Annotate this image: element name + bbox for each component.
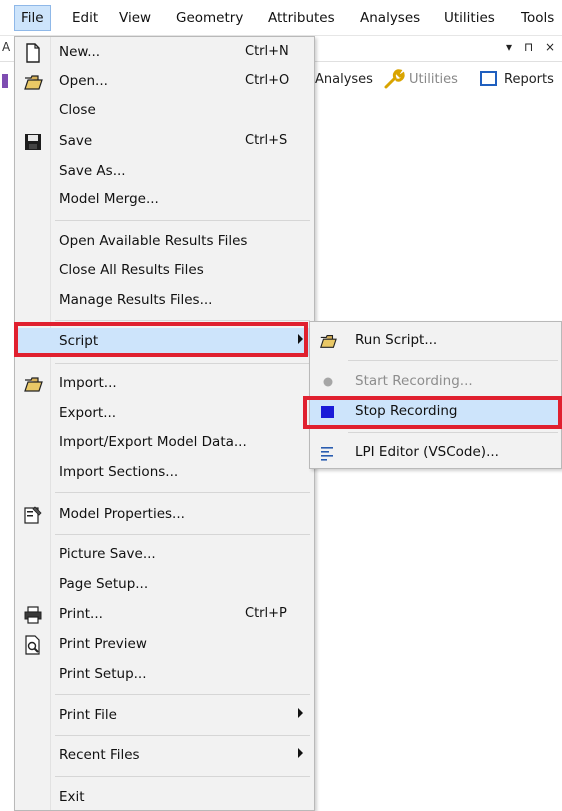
submenu-arrow-icon: [298, 708, 303, 718]
print-preview-icon: [23, 635, 43, 655]
panel-pin-controls[interactable]: ▾ ⊓ ×: [506, 40, 559, 54]
menu-item-new[interactable]: New... Ctrl+N: [15, 39, 314, 67]
menu-item-close[interactable]: Close: [15, 97, 314, 125]
menu-item-save-as[interactable]: Save As...: [15, 158, 314, 186]
menu-separator: [55, 220, 310, 221]
menu-item-page-setup[interactable]: Page Setup...: [15, 571, 314, 599]
menu-item-label: Picture Save...: [59, 546, 156, 562]
panel-title-fragment: A: [2, 40, 11, 54]
menu-item-label: Close: [59, 102, 96, 118]
menu-item-import[interactable]: Import...: [15, 370, 314, 398]
menu-separator: [55, 492, 310, 493]
menu-tools[interactable]: Tools: [515, 6, 560, 30]
wrench-icon[interactable]: [383, 68, 407, 94]
menu-separator: [348, 432, 558, 433]
menubar: File Edit View Geometry Attributes Analy…: [0, 0, 562, 36]
script-submenu: Run Script... Start Recording... Stop Re…: [309, 321, 562, 469]
menu-item-label: Close All Results Files: [59, 262, 204, 278]
menu-item-label: Print Preview: [59, 636, 147, 652]
menu-item-label: Import...: [59, 375, 117, 391]
menu-item-print-file[interactable]: Print File: [15, 702, 314, 730]
menu-item-model-merge[interactable]: Model Merge...: [15, 186, 314, 214]
toolbar-utilities-label[interactable]: Utilities: [409, 72, 458, 87]
menu-utilities[interactable]: Utilities: [438, 6, 501, 30]
background-toolbar-icon: [2, 74, 8, 88]
toolbar-analyses-label[interactable]: Analyses: [315, 72, 373, 87]
menu-item-label: Save: [59, 133, 93, 149]
annotation-highlight-script: [14, 322, 308, 357]
floppy-disk-icon: [23, 132, 43, 152]
record-dot-icon: [319, 373, 337, 391]
menu-item-label: Open...: [59, 73, 108, 89]
menu-geometry[interactable]: Geometry: [170, 6, 249, 30]
submenu-item-lpi-editor[interactable]: LPI Editor (VSCode)...: [310, 438, 562, 468]
menu-separator: [55, 694, 310, 695]
menu-item-label: New...: [59, 44, 101, 60]
menu-item-print[interactable]: Print... Ctrl+P: [15, 601, 314, 629]
submenu-arrow-icon: [298, 748, 303, 758]
menu-item-import-export-model-data[interactable]: Import/Export Model Data...: [15, 429, 314, 457]
menu-item-label: Print File: [59, 707, 117, 723]
toolbar-reports-label[interactable]: Reports: [504, 72, 554, 87]
submenu-item-label: Start Recording...: [355, 373, 473, 389]
open-folder-icon: [319, 332, 337, 350]
submenu-item-run-script[interactable]: Run Script...: [310, 326, 562, 356]
menu-separator: [348, 360, 558, 361]
menu-item-print-preview[interactable]: Print Preview: [15, 631, 314, 659]
menu-item-shortcut: Ctrl+N: [245, 44, 289, 59]
menu-item-recent-files[interactable]: Recent Files: [15, 742, 314, 770]
menu-item-label: Manage Results Files...: [59, 292, 213, 308]
menu-separator: [55, 320, 310, 321]
menu-item-export[interactable]: Export...: [15, 400, 314, 428]
submenu-item-label: LPI Editor (VSCode)...: [355, 444, 499, 460]
menu-item-save[interactable]: Save Ctrl+S: [15, 128, 314, 156]
menu-item-label: Export...: [59, 405, 117, 421]
menu-item-picture-save[interactable]: Picture Save...: [15, 541, 314, 569]
menu-item-shortcut: Ctrl+S: [245, 133, 288, 148]
menu-item-label: Model Merge...: [59, 191, 159, 207]
annotation-highlight-stop-recording: [303, 396, 562, 429]
menu-analyses[interactable]: Analyses: [354, 6, 426, 30]
submenu-item-start-recording[interactable]: Start Recording...: [310, 367, 562, 397]
menu-item-label: Exit: [59, 789, 85, 805]
menu-separator: [55, 363, 310, 364]
menu-item-model-properties[interactable]: Model Properties...: [15, 501, 314, 529]
menu-item-label: Save As...: [59, 163, 126, 179]
menu-item-label: Import Sections...: [59, 464, 179, 480]
menu-file[interactable]: File: [14, 5, 51, 31]
menu-item-exit[interactable]: Exit: [15, 784, 314, 811]
menu-item-import-sections[interactable]: Import Sections...: [15, 459, 314, 487]
menu-item-label: Page Setup...: [59, 576, 149, 592]
menu-item-label: Print Setup...: [59, 666, 147, 682]
menu-separator: [55, 534, 310, 535]
menu-item-shortcut: Ctrl+P: [245, 606, 287, 621]
editor-lines-icon: [319, 444, 337, 462]
menu-edit[interactable]: Edit: [66, 6, 104, 30]
open-folder-icon: [23, 72, 43, 92]
menu-separator: [55, 776, 310, 777]
submenu-item-label: Run Script...: [355, 332, 438, 348]
open-folder-icon: [23, 374, 43, 394]
menu-item-label: Model Properties...: [59, 506, 185, 522]
menu-separator: [55, 735, 310, 736]
printer-icon: [23, 605, 43, 625]
new-document-icon: [23, 43, 43, 63]
menu-item-open-available-results-files[interactable]: Open Available Results Files: [15, 228, 314, 256]
menu-item-print-setup[interactable]: Print Setup...: [15, 661, 314, 689]
menu-item-label: Import/Export Model Data...: [59, 434, 247, 450]
menu-view[interactable]: View: [113, 6, 157, 30]
menu-item-label: Print...: [59, 606, 103, 622]
menu-item-manage-results-files[interactable]: Manage Results Files...: [15, 287, 314, 315]
menu-item-open[interactable]: Open... Ctrl+O: [15, 68, 314, 96]
properties-icon: [23, 505, 43, 525]
menu-item-close-all-results-files[interactable]: Close All Results Files: [15, 257, 314, 285]
menu-attributes[interactable]: Attributes: [262, 6, 341, 30]
menu-item-shortcut: Ctrl+O: [245, 73, 290, 88]
menu-item-label: Recent Files: [59, 747, 140, 763]
report-icon[interactable]: [480, 71, 497, 86]
menu-item-label: Open Available Results Files: [59, 233, 248, 249]
file-menu: New... Ctrl+N Open... Ctrl+O Close Save …: [14, 36, 315, 811]
